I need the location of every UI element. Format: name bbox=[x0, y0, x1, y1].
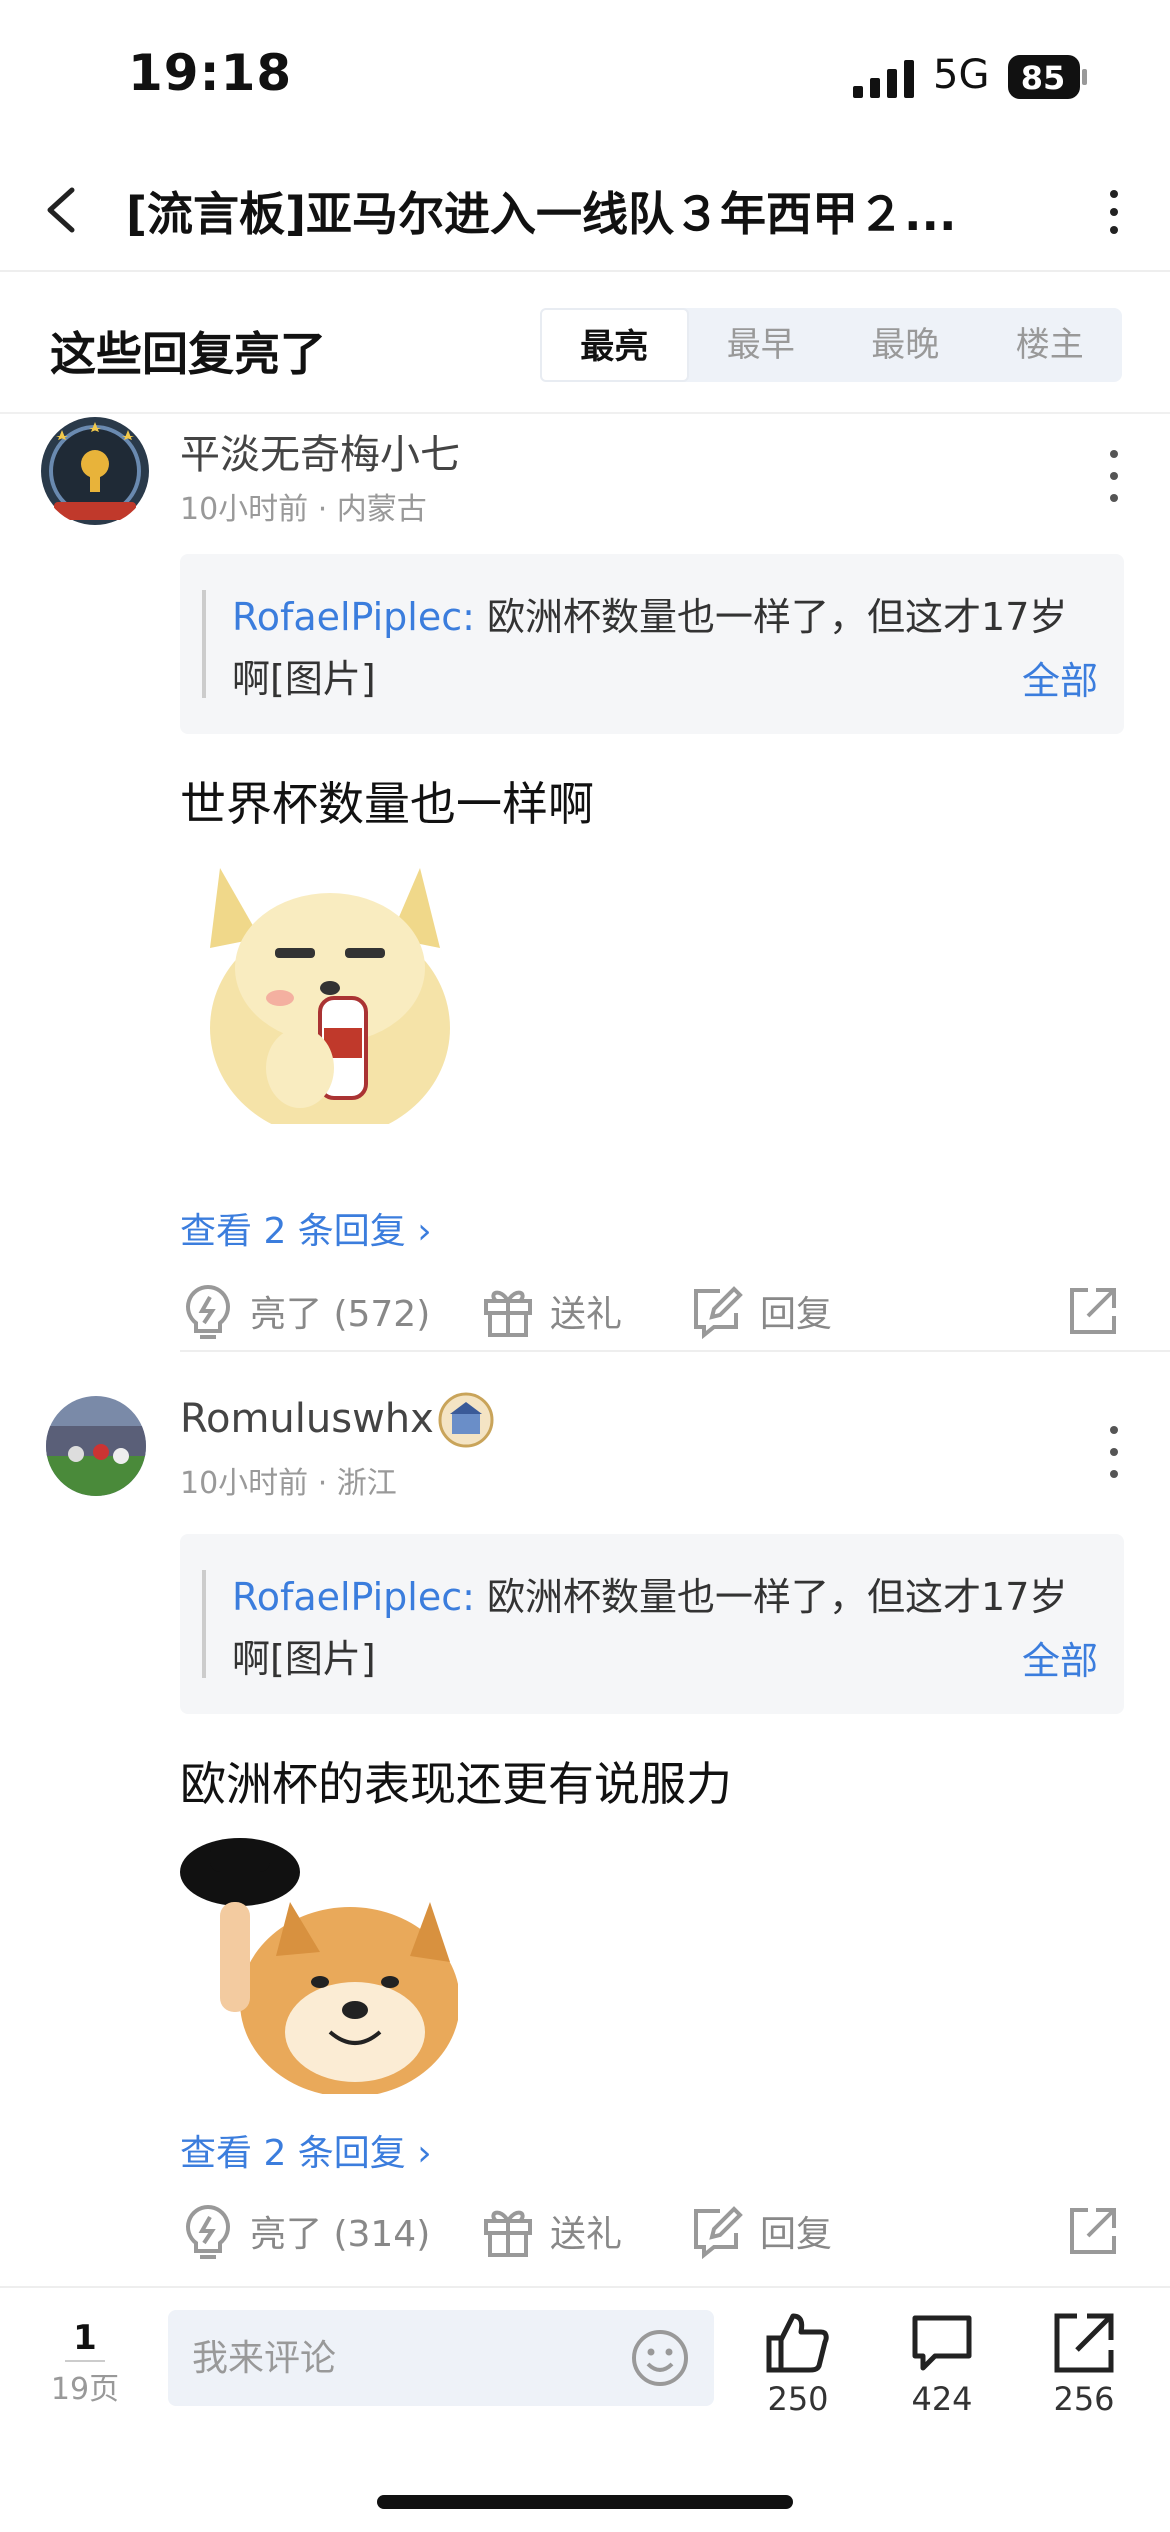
avatar[interactable] bbox=[46, 1396, 146, 1496]
network-label: 5G bbox=[933, 52, 990, 98]
username[interactable]: Romuluswhx bbox=[180, 1396, 434, 1442]
edit-reply-icon bbox=[694, 2206, 743, 2259]
chevron-right-icon: › bbox=[417, 1211, 432, 1252]
share-icon bbox=[1070, 1288, 1116, 1334]
gift-button[interactable]: 送礼 bbox=[480, 2196, 622, 2266]
home-indicator bbox=[377, 2495, 793, 2509]
quote-author[interactable]: RofaelPiplec: bbox=[232, 595, 475, 639]
lightbulb-icon bbox=[186, 2204, 230, 2259]
gift-icon bbox=[484, 1290, 532, 1337]
share-button[interactable] bbox=[1066, 1276, 1134, 1346]
comments-button[interactable]: 424 bbox=[892, 2310, 992, 2418]
comment-meta: 10小时前 · 浙江 bbox=[180, 1466, 397, 1501]
quote-bar bbox=[202, 590, 206, 698]
view-replies-link[interactable]: 查看 2 条回复 › bbox=[180, 2124, 432, 2176]
gift-button[interactable]: 送礼 bbox=[480, 1276, 622, 1346]
emoji-icon[interactable] bbox=[630, 2328, 690, 2388]
signal-icon bbox=[853, 60, 914, 98]
tab-brightest[interactable]: 最亮 bbox=[540, 308, 689, 382]
share-count: 256 bbox=[1053, 2380, 1115, 2418]
more-vertical-icon[interactable] bbox=[1096, 182, 1132, 242]
more-vertical-icon[interactable] bbox=[1102, 442, 1126, 512]
divider bbox=[180, 1350, 1170, 1352]
comment-actions: 亮了 (572) 送礼 回复 bbox=[180, 1276, 1124, 1346]
comment-text: 世界杯数量也一样啊 bbox=[180, 777, 594, 831]
share-button[interactable] bbox=[1066, 2196, 1134, 2266]
sticker-image[interactable] bbox=[180, 1832, 458, 2094]
highlighted-replies-header: 这些回复亮了 最亮 最早 最晚 楼主 bbox=[0, 274, 1170, 414]
comment-meta: 10小时前 · 内蒙古 bbox=[180, 492, 427, 527]
quoted-comment[interactable]: RofaelPiplec: 欧洲杯数量也一样了，但这才17岁啊[图片] 全部 bbox=[180, 554, 1124, 734]
tab-op[interactable]: 楼主 bbox=[978, 308, 1123, 382]
reply-button[interactable]: 回复 bbox=[690, 2196, 832, 2266]
comment-actions: 亮了 (314) 送礼 回复 bbox=[180, 2196, 1124, 2266]
quote-text: RofaelPiplec: 欧洲杯数量也一样了，但这才17岁啊[图片] bbox=[232, 1575, 1068, 1681]
share-icon bbox=[1070, 2208, 1116, 2254]
lightbulb-icon bbox=[186, 1284, 230, 1339]
quote-bar bbox=[202, 1570, 206, 1678]
quoted-comment[interactable]: RofaelPiplec: 欧洲杯数量也一样了，但这才17岁啊[图片] 全部 bbox=[180, 1534, 1124, 1714]
thumbs-up-icon bbox=[766, 2313, 829, 2373]
light-up-button[interactable]: 亮了 (314) bbox=[180, 2196, 430, 2266]
chevron-right-icon: › bbox=[417, 2133, 432, 2174]
thumbs-up-button[interactable]: 250 bbox=[748, 2310, 848, 2418]
comment-input-box[interactable] bbox=[168, 2310, 714, 2406]
status-time: 19:18 bbox=[128, 44, 293, 102]
sticker-image[interactable] bbox=[180, 848, 458, 1124]
section-title: 这些回复亮了 bbox=[50, 327, 326, 381]
view-replies-link[interactable]: 查看 2 条回复 › bbox=[180, 1202, 432, 1254]
comment-item: 平淡无奇梅小七 10小时前 · 内蒙古 RofaelPiplec: 欧洲杯数量也… bbox=[0, 416, 1170, 1352]
tab-latest[interactable]: 最晚 bbox=[833, 308, 978, 382]
gift-icon bbox=[484, 2210, 532, 2257]
comment-input[interactable] bbox=[192, 2310, 612, 2406]
light-up-button[interactable]: 亮了 (572) bbox=[180, 1276, 430, 1346]
edit-reply-icon bbox=[694, 1286, 743, 1339]
comment-count: 424 bbox=[911, 2380, 973, 2418]
more-vertical-icon[interactable] bbox=[1102, 1418, 1126, 1488]
tab-earliest[interactable]: 最早 bbox=[689, 308, 834, 382]
like-count: 250 bbox=[767, 2380, 829, 2418]
quote-text: RofaelPiplec: 欧洲杯数量也一样了，但这才17岁啊[图片] bbox=[232, 595, 1068, 701]
quote-expand-link[interactable]: 全部 bbox=[1022, 650, 1098, 705]
comment-text: 欧洲杯的表现还更有说服力 bbox=[180, 1757, 732, 1811]
quote-author[interactable]: RofaelPiplec: bbox=[232, 1575, 475, 1619]
share-icon bbox=[1054, 2313, 1114, 2373]
nav-bar: [流言板]亚马尔进入一线队３年西甲２... bbox=[0, 150, 1170, 272]
quote-expand-link[interactable]: 全部 bbox=[1022, 1630, 1098, 1685]
page-divider bbox=[65, 2360, 105, 2362]
reply-button[interactable]: 回复 bbox=[690, 1276, 832, 1346]
page-current: 1 bbox=[73, 2318, 97, 2358]
page-indicator[interactable]: 1 19页 bbox=[40, 2318, 130, 2408]
battery-icon: 85 bbox=[1008, 55, 1087, 99]
user-badge-icon bbox=[438, 1392, 494, 1448]
back-arrow-icon[interactable] bbox=[36, 180, 86, 240]
comment-bubble-icon bbox=[912, 2315, 972, 2371]
avatar[interactable] bbox=[40, 416, 150, 526]
status-bar: 19:18 5G 85 bbox=[0, 0, 1170, 150]
sort-tabs: 最亮 最早 最晚 楼主 bbox=[540, 308, 1122, 382]
page-total: 19页 bbox=[50, 2372, 120, 2407]
comment-item: Romuluswhx 10小时前 · 浙江 RofaelPiplec: 欧洲杯数… bbox=[0, 1392, 1170, 2296]
share-thread-button[interactable]: 256 bbox=[1034, 2310, 1134, 2418]
battery-level: 85 bbox=[1021, 59, 1066, 97]
thread-title: [流言板]亚马尔进入一线队３年西甲２... bbox=[126, 187, 957, 241]
username[interactable]: 平淡无奇梅小七 bbox=[180, 422, 460, 480]
